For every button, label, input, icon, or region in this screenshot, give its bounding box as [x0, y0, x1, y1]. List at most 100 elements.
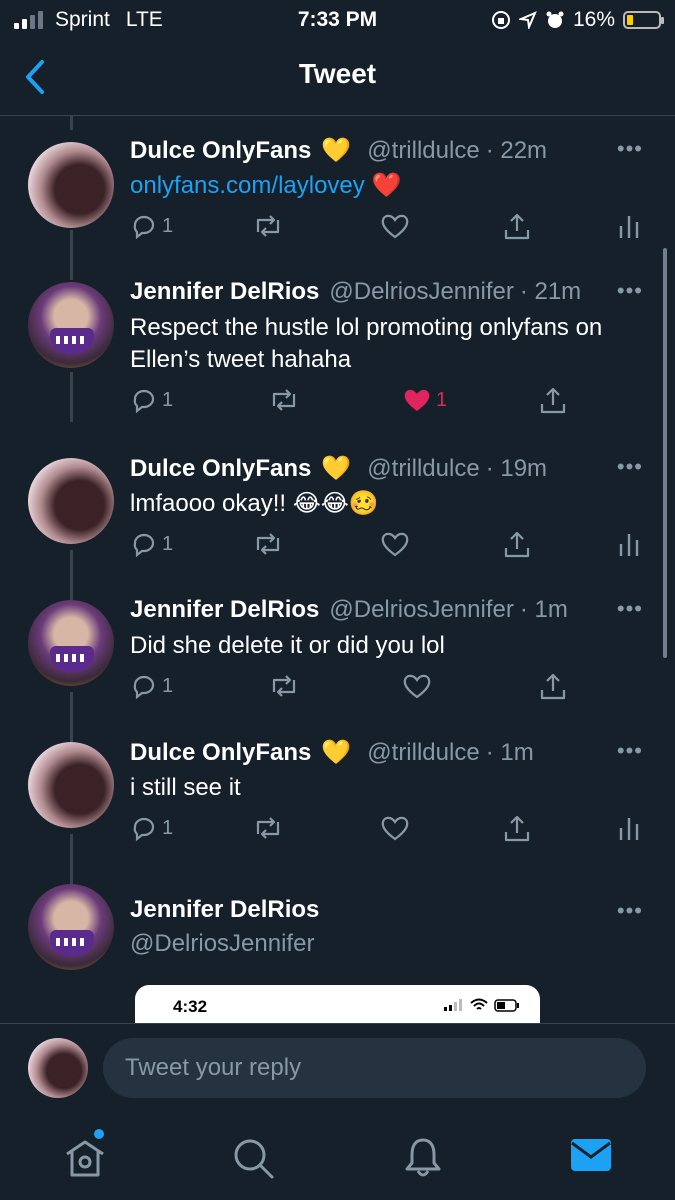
heart-emoji: ❤️: [371, 172, 402, 199]
signal-icon: [444, 999, 462, 1011]
display-name[interactable]: Dulce OnlyFans: [130, 137, 311, 165]
tweet-text: Did she delete it or did you lol: [130, 632, 445, 659]
share-icon: [504, 815, 530, 842]
share-button[interactable]: [538, 672, 568, 702]
reply-count: 1: [162, 532, 174, 555]
image-clock: 4:32: [173, 997, 208, 1016]
username: @DelriosJennifer: [130, 930, 315, 957]
reply-count: 1: [162, 816, 174, 839]
tab-notifications[interactable]: [400, 1135, 446, 1186]
display-name[interactable]: Jennifer DelRios: [130, 596, 319, 624]
retweet-button[interactable]: [268, 386, 304, 414]
reply-button[interactable]: 1: [130, 672, 173, 700]
tweet-link[interactable]: onlyfans.com/laylovey: [130, 172, 365, 199]
status-bar: Sprint LTE 7:33 PM 16%: [0, 0, 675, 40]
avatar[interactable]: [28, 600, 114, 686]
heart-icon: [381, 816, 409, 841]
retweet-icon: [272, 675, 296, 697]
more-icon[interactable]: •••: [617, 596, 643, 622]
verified-emoji: 💛: [321, 455, 352, 482]
like-button[interactable]: [380, 814, 414, 842]
username: @DelriosJennifer: [329, 278, 514, 305]
more-icon[interactable]: •••: [617, 898, 643, 924]
retweet-button[interactable]: [252, 530, 288, 558]
share-icon: [504, 531, 530, 558]
like-button[interactable]: [380, 530, 414, 558]
avatar[interactable]: [28, 142, 114, 228]
share-button[interactable]: [502, 212, 532, 242]
more-icon[interactable]: •••: [617, 278, 643, 304]
like-button[interactable]: 1: [402, 386, 447, 414]
page-title: Tweet: [298, 58, 377, 89]
username: @trilldulce: [367, 454, 480, 482]
reply-icon: [133, 533, 155, 558]
retweet-button[interactable]: [252, 212, 288, 240]
share-button[interactable]: [538, 386, 568, 416]
timestamp: · 1m: [519, 596, 568, 623]
avatar[interactable]: [28, 458, 114, 544]
reply-icon: [133, 389, 155, 414]
tweet-text: lmfaooo okay!! 😂😂🥴: [130, 490, 379, 517]
analytics-icon: [619, 216, 639, 238]
tweet-actions: 1: [130, 212, 650, 246]
reply-button[interactable]: 1: [130, 212, 173, 240]
mail-icon: [571, 1139, 611, 1171]
wifi-icon: [470, 998, 488, 1010]
reply-count: 1: [162, 214, 174, 237]
tab-home[interactable]: [62, 1129, 108, 1186]
more-icon[interactable]: •••: [617, 738, 643, 764]
timestamp: · 22m: [485, 136, 548, 164]
tweet-image[interactable]: 4:32: [135, 985, 540, 1023]
more-icon[interactable]: •••: [617, 454, 643, 480]
timestamp: · 1m: [485, 738, 534, 766]
tab-search[interactable]: [230, 1135, 276, 1186]
analytics-button[interactable]: [618, 814, 640, 842]
reply-button[interactable]: 1: [130, 814, 173, 842]
tweet-actions: 1 1: [130, 386, 650, 420]
more-icon[interactable]: •••: [617, 136, 643, 162]
tab-messages[interactable]: [570, 1135, 612, 1180]
like-button[interactable]: [402, 672, 436, 700]
tweet[interactable]: Jennifer DelRios @DelriosJennifer · 1m •…: [0, 596, 675, 736]
reply-button[interactable]: 1: [130, 530, 173, 558]
analytics-button[interactable]: [618, 212, 640, 240]
reply-button[interactable]: 1: [130, 386, 173, 414]
tweet[interactable]: Dulce OnlyFans 💛 @trilldulce · 19m ••• l…: [0, 454, 675, 594]
share-icon: [540, 673, 566, 700]
display-name[interactable]: Dulce OnlyFans: [130, 739, 311, 767]
rotation-lock-icon: [491, 11, 510, 29]
tweet[interactable]: Jennifer DelRios @DelriosJennifer · 21m …: [0, 278, 675, 448]
my-avatar[interactable]: [28, 1038, 88, 1098]
username: @trilldulce: [367, 136, 480, 164]
display-name[interactable]: Jennifer DelRios: [130, 896, 319, 924]
reply-icon: [133, 215, 155, 240]
display-name[interactable]: Dulce OnlyFans: [130, 455, 311, 483]
heart-icon: [381, 214, 409, 239]
tweet[interactable]: Dulce OnlyFans 💛 @trilldulce · 1m ••• i …: [0, 738, 675, 878]
retweet-button[interactable]: [268, 672, 304, 700]
analytics-icon: [619, 818, 639, 840]
tweet-actions: 1: [130, 672, 650, 706]
reply-icon: [133, 817, 155, 842]
verified-emoji: 💛: [321, 137, 352, 164]
share-button[interactable]: [502, 814, 532, 844]
heart-filled-icon: [404, 389, 430, 411]
share-button[interactable]: [502, 530, 532, 560]
avatar[interactable]: [28, 884, 114, 970]
tweet[interactable]: Dulce OnlyFans 💛 @trilldulce · 22m ••• o…: [0, 136, 675, 276]
retweet-button[interactable]: [252, 814, 288, 842]
display-name[interactable]: Jennifer DelRios: [130, 278, 319, 306]
thread-line: [70, 116, 73, 130]
retweet-icon: [256, 215, 280, 237]
share-icon: [504, 213, 530, 240]
like-button[interactable]: [380, 212, 414, 240]
reply-input[interactable]: [103, 1038, 646, 1098]
timestamp: · 21m: [519, 278, 582, 305]
location-icon: [518, 11, 537, 29]
home-icon: [66, 1140, 104, 1177]
avatar[interactable]: [28, 282, 114, 368]
avatar[interactable]: [28, 742, 114, 828]
tweet-text: Respect the hustle lol promoting onlyfan…: [130, 314, 603, 373]
analytics-button[interactable]: [618, 530, 640, 558]
retweet-icon: [256, 533, 280, 555]
